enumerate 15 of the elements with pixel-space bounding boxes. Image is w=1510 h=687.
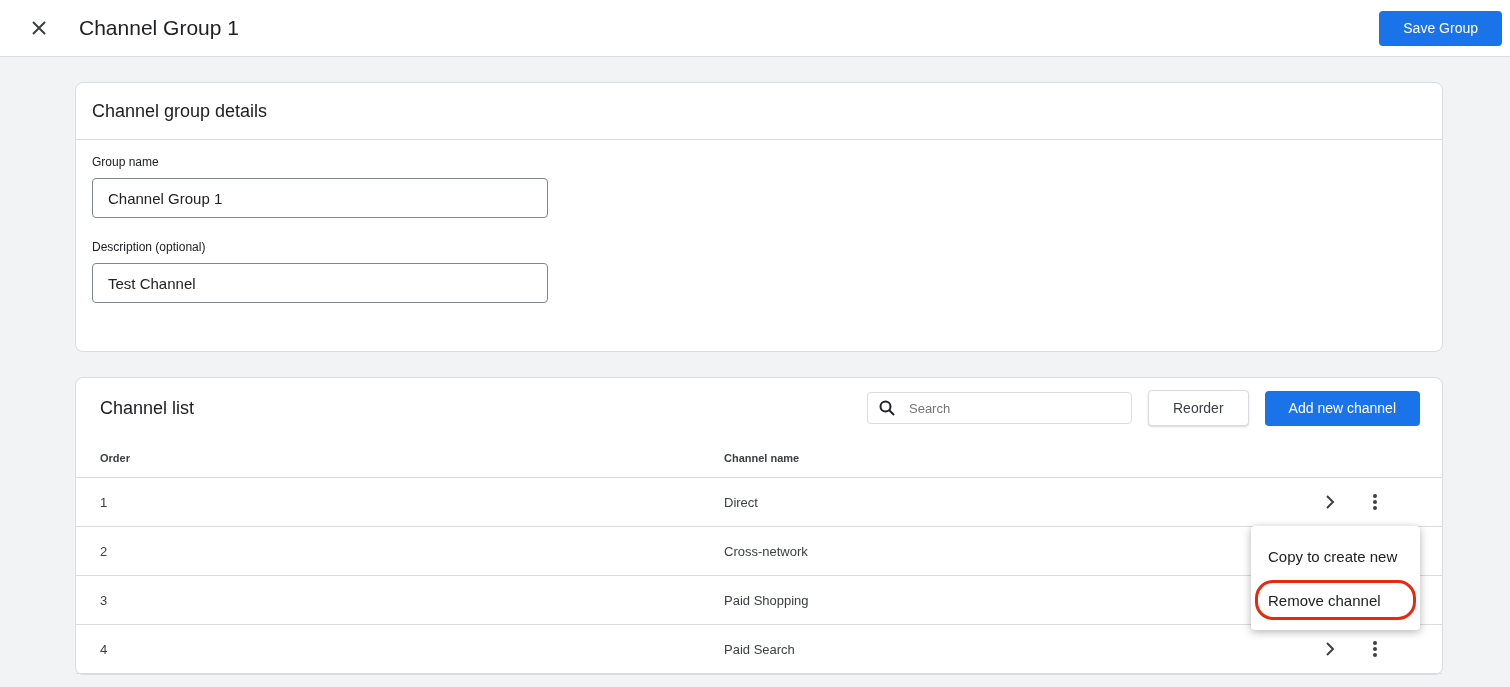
order-cell: 4	[100, 641, 108, 657]
card-title: Channel list	[100, 397, 195, 419]
order-cell: 2	[100, 543, 108, 559]
channel-name-cell: Paid Search	[724, 641, 795, 657]
column-header: Order	[100, 451, 130, 464]
channel-name-cell: Direct	[724, 494, 758, 510]
page-title: Channel Group 1	[79, 16, 240, 40]
order-cell: 3	[100, 592, 108, 608]
order-cell: 1	[100, 494, 108, 510]
channel-name-cell: Cross-network	[724, 543, 808, 559]
card-title: Channel group details	[92, 100, 268, 122]
field-label: Group name	[92, 155, 160, 169]
column-header: Channel name	[724, 451, 800, 464]
field-label: Description (optional)	[92, 240, 207, 254]
channel-name-cell: Paid Shopping	[724, 592, 809, 608]
